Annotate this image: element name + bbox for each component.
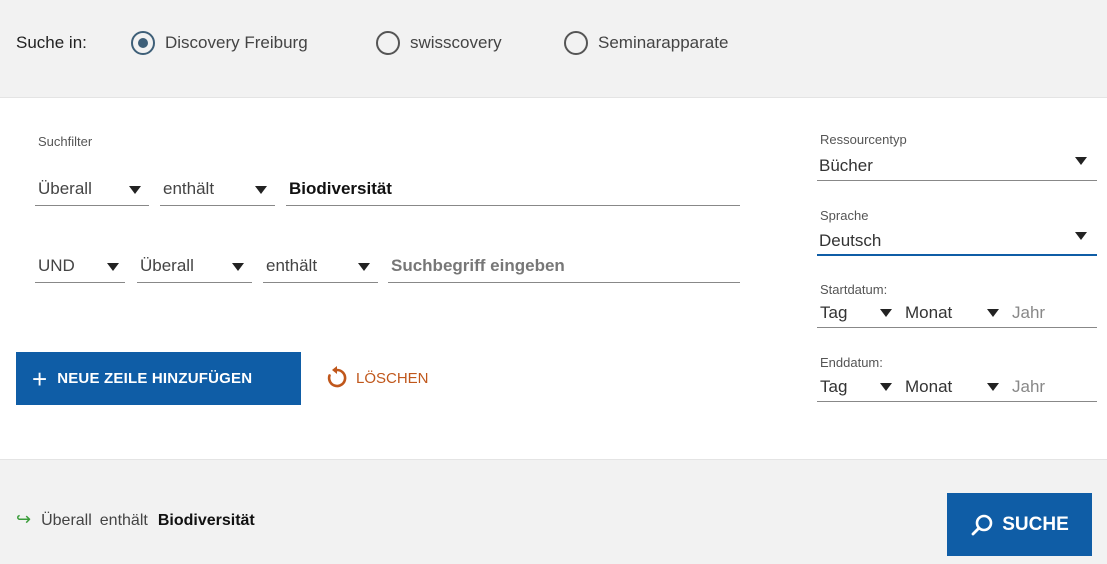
end-date-label: Enddatum: [820,355,883,370]
search-button[interactable]: SUCHE [947,493,1092,556]
chevron-down-icon [880,383,892,391]
row2-boolean-select[interactable]: UND [35,249,125,283]
add-row-button[interactable]: + NEUE ZEILE HINZUFÜGEN [16,352,301,405]
end-month-select[interactable]: Monat [905,377,952,397]
radio-label: swisscovery [410,33,502,52]
chevron-down-icon [255,186,267,194]
radio-seminarapparate[interactable]: Seminarapparate [564,28,728,58]
end-year-input[interactable]: Jahr [1012,377,1045,397]
end-date-row: Tag Monat Jahr [817,372,1097,402]
resource-type-select[interactable]: Bücher [817,153,1097,181]
start-day-select[interactable]: Tag [820,303,847,323]
search-scope-bar: Suche in: Discovery Freiburg swisscovery… [0,0,1107,98]
row2-search-input[interactable]: Suchbegriff eingeben [388,249,740,283]
search-filter-label: Suchfilter [38,134,93,149]
start-date-row: Tag Monat Jahr [817,298,1097,328]
query-summary: ↪ Überall enthält Biodiversität [16,509,255,529]
chevron-down-icon [987,309,999,317]
start-month-select[interactable]: Monat [905,303,952,323]
start-date-label: Startdatum: [820,282,888,297]
search-icon [971,514,993,535]
chevron-down-icon [1075,157,1087,165]
end-day-select[interactable]: Tag [820,377,847,397]
plus-icon: + [32,363,48,394]
reset-icon [327,366,347,388]
row2-operator-select[interactable]: enthält [263,249,378,283]
chevron-down-icon [987,383,999,391]
row1-field-select[interactable]: Überall [35,172,149,206]
radio-discovery-freiburg[interactable]: Discovery Freiburg [131,28,308,58]
clear-button[interactable]: LÖSCHEN [326,362,429,394]
radio-unselected-icon [564,31,588,55]
chevron-down-icon [880,309,892,317]
chevron-down-icon [1075,232,1087,240]
radio-label: Discovery Freiburg [165,33,308,52]
radio-unselected-icon [376,31,400,55]
language-select[interactable]: Deutsch [817,228,1097,256]
radio-label: Seminarapparate [598,33,729,52]
chevron-down-icon [129,186,141,194]
chevron-down-icon [358,263,370,271]
arrow-right-icon: ↪ [16,509,32,529]
chevron-down-icon [232,263,244,271]
chevron-down-icon [107,263,119,271]
radio-swisscovery[interactable]: swisscovery [376,28,502,58]
row2-field-select[interactable]: Überall [137,249,252,283]
start-year-input[interactable]: Jahr [1012,303,1045,323]
row1-operator-select[interactable]: enthält [160,172,275,206]
language-label: Sprache [820,208,869,223]
radio-selected-icon [131,31,155,55]
resource-type-label: Ressourcentyp [820,132,907,147]
search-in-label: Suche in: [16,33,87,52]
row1-search-input[interactable]: Biodiversität [286,172,740,206]
